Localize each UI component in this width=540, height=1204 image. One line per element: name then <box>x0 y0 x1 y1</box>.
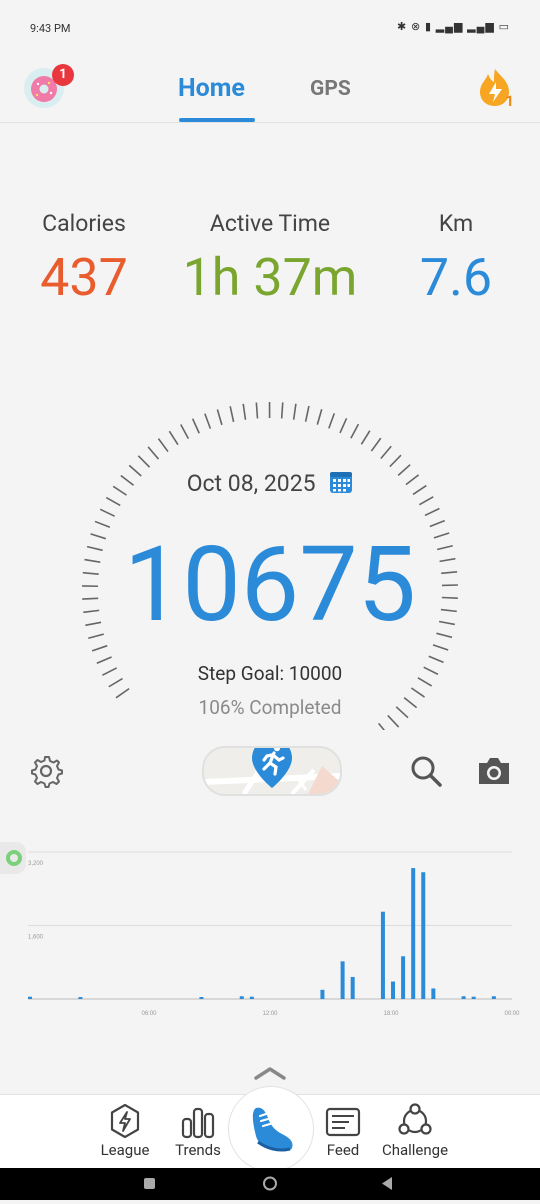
x-tick-label: 00:00 <box>504 1011 520 1017</box>
chart-bar <box>199 997 203 999</box>
hourly-steps-chart[interactable]: 3,200 1,600 06:00 12:00 18:00 00:00 <box>20 840 520 1030</box>
chart-bar <box>391 982 395 999</box>
chart-bar <box>250 997 254 999</box>
chevron-up-icon[interactable] <box>252 1064 288 1084</box>
y-tick-label: 3,200 <box>28 861 44 867</box>
chart-bar <box>472 997 476 999</box>
chart-bar <box>381 912 385 999</box>
gauge-tick <box>138 456 149 467</box>
chart-bar <box>462 996 466 999</box>
top-bar: 1 Home GPS 1 <box>0 56 540 123</box>
gauge-tick <box>230 406 233 422</box>
gauge-tick <box>329 413 334 428</box>
gauge-tick <box>106 498 120 506</box>
stat-label: Calories <box>30 210 138 237</box>
gauge-tick <box>193 419 200 434</box>
chart-bar <box>341 961 345 999</box>
tab-home[interactable]: Home <box>178 74 245 103</box>
chart-bar <box>240 996 244 999</box>
gauge-tick <box>294 404 296 420</box>
gauge-tick <box>419 497 433 505</box>
streak-count: 1 <box>505 92 514 110</box>
gauge-tick <box>306 406 309 422</box>
search-icon[interactable] <box>408 753 444 789</box>
gauge-tick <box>205 414 211 429</box>
lightning-badge-icon <box>107 1103 143 1139</box>
y-tick-label: 1,600 <box>28 935 44 941</box>
chart-bar <box>411 868 415 999</box>
chart-bar <box>431 988 435 999</box>
gauge-tick <box>340 418 347 433</box>
tab-active-indicator <box>179 118 255 122</box>
x-tick-label: 18:00 <box>383 1011 399 1017</box>
gauge-tick <box>379 723 389 730</box>
gauge-tick <box>282 402 283 418</box>
chart-bar <box>492 996 496 999</box>
stat-value: 437 <box>30 247 138 308</box>
gauge-tick <box>351 424 359 438</box>
shoe-icon <box>244 1102 298 1156</box>
stat-value: 1h 37m <box>180 247 360 308</box>
stat-km: Km 7.6 <box>408 210 504 308</box>
date-selector[interactable]: Oct 08, 2025 <box>0 470 540 497</box>
camera-icon[interactable] <box>476 753 512 789</box>
chart-bar <box>351 977 355 999</box>
gauge-tick <box>371 438 380 451</box>
stat-calories: Calories 437 <box>30 210 138 308</box>
stat-value: 7.6 <box>408 247 504 308</box>
chart-bar <box>78 997 82 999</box>
streak-button[interactable]: 1 <box>476 66 514 108</box>
stat-label: Active Time <box>180 210 360 237</box>
step-count: 10675 <box>0 525 540 646</box>
chart-bar <box>320 990 324 999</box>
notification-badge: 1 <box>52 64 74 86</box>
gauge-tick <box>317 409 321 424</box>
back-icon[interactable] <box>382 1177 392 1190</box>
system-nav-bar <box>0 1168 540 1200</box>
feed-card-icon <box>325 1103 361 1139</box>
gauge-tick <box>181 425 189 439</box>
gauge-tick <box>217 410 221 425</box>
nav-label: Trends <box>153 1141 243 1159</box>
runner-pin-icon <box>250 746 294 792</box>
network-icon <box>397 1103 433 1139</box>
recent-apps-icon[interactable] <box>144 1178 155 1189</box>
status-time: 9:43 PM <box>30 22 70 35</box>
status-icons: ✱ ⊗ ▮ ▂▄▆ ▂▄▆ ▭ <box>397 20 510 33</box>
gauge-tick <box>256 402 257 418</box>
gauge-tick <box>243 404 245 420</box>
gauge-tick <box>92 646 107 651</box>
step-goal[interactable]: Step Goal: 10000 <box>0 662 540 685</box>
stat-active-time: Active Time 1h 37m <box>180 210 360 308</box>
gauge-tick <box>169 431 178 445</box>
chart-bar <box>401 956 405 999</box>
gauge-tick <box>100 509 114 516</box>
x-tick-label: 12:00 <box>262 1011 278 1017</box>
home-icon[interactable] <box>264 1178 276 1190</box>
nav-label: Challenge <box>370 1141 460 1159</box>
gps-map-button[interactable] <box>202 746 342 796</box>
gauge-tick <box>425 508 439 515</box>
gear-icon[interactable] <box>28 753 64 789</box>
gauge-tick <box>390 455 401 466</box>
date-label: Oct 08, 2025 <box>187 470 316 497</box>
x-tick-label: 06:00 <box>141 1011 157 1017</box>
chart-bar <box>421 872 425 999</box>
gauge-tick <box>381 446 391 458</box>
nav-challenge[interactable]: Challenge <box>370 1095 460 1169</box>
gauge-tick <box>361 431 369 445</box>
nav-track-steps[interactable] <box>228 1086 314 1172</box>
gauge-tick <box>148 447 158 459</box>
gauge-tick <box>158 439 167 452</box>
tab-gps[interactable]: GPS <box>310 77 351 101</box>
stat-label: Km <box>408 210 504 237</box>
chart-bar <box>28 997 32 999</box>
status-bar: 9:43 PM ✱ ⊗ ▮ ▂▄▆ ▂▄▆ ▭ <box>0 0 540 56</box>
calendar-icon[interactable] <box>329 470 353 494</box>
bar-chart-icon <box>180 1103 216 1139</box>
goal-completion: 106% Completed <box>0 696 540 719</box>
